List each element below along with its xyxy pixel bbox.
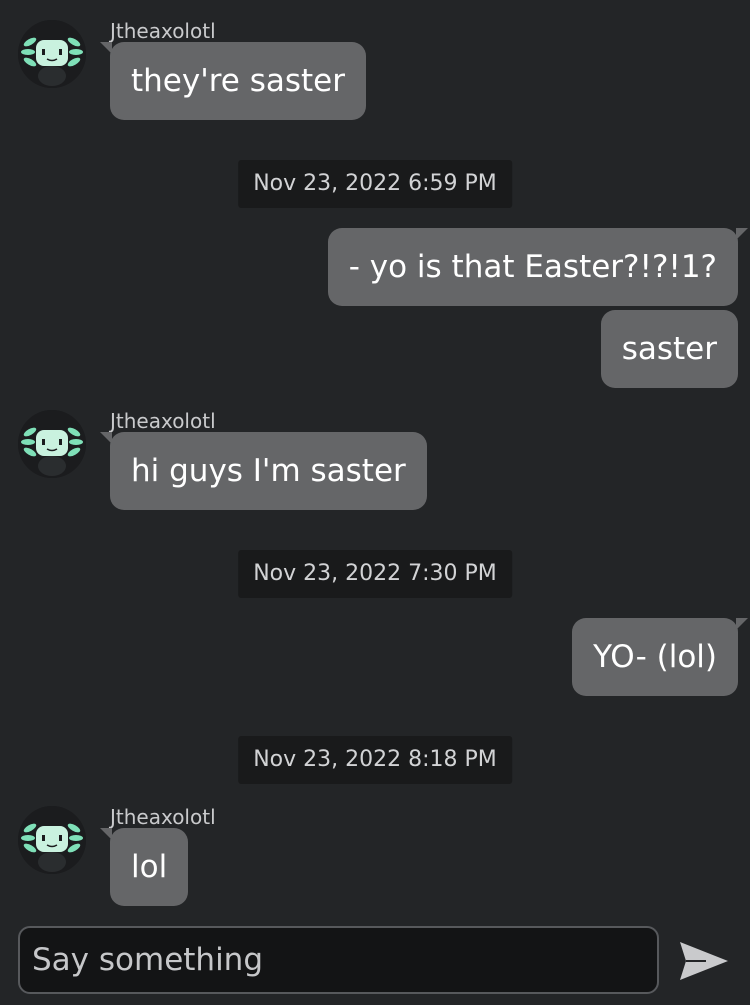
username: Jtheaxolotl: [110, 805, 216, 829]
message-bubble-outgoing: saster: [600, 310, 738, 388]
message-bubble-incoming: they're saster: [99, 42, 367, 120]
axolotl-avatar-icon: [18, 410, 86, 478]
send-button[interactable]: [672, 936, 736, 986]
message-composer[interactable]: [18, 926, 659, 994]
username: Jtheaxolotl: [110, 19, 216, 43]
avatar[interactable]: [18, 410, 86, 478]
timestamp: Nov 23, 2022 6:59 PM: [238, 160, 512, 208]
avatar[interactable]: [18, 806, 86, 874]
axolotl-avatar-icon: [18, 20, 86, 88]
username: Jtheaxolotl: [110, 409, 216, 433]
send-arrow-icon: [680, 942, 728, 980]
avatar[interactable]: [18, 20, 86, 88]
message-bubble-incoming: lol: [99, 828, 189, 906]
message-bubble-outgoing: - yo is that Easter?!?!1?: [327, 228, 749, 306]
timestamp: Nov 23, 2022 7:30 PM: [238, 550, 512, 598]
message-bubble-incoming: hi guys I'm saster: [100, 432, 427, 510]
message-bubble-outgoing: YO- (lol): [572, 618, 748, 696]
message-input[interactable]: [32, 942, 645, 978]
timestamp: Nov 23, 2022 8:18 PM: [238, 736, 512, 784]
axolotl-avatar-icon: [18, 806, 86, 874]
